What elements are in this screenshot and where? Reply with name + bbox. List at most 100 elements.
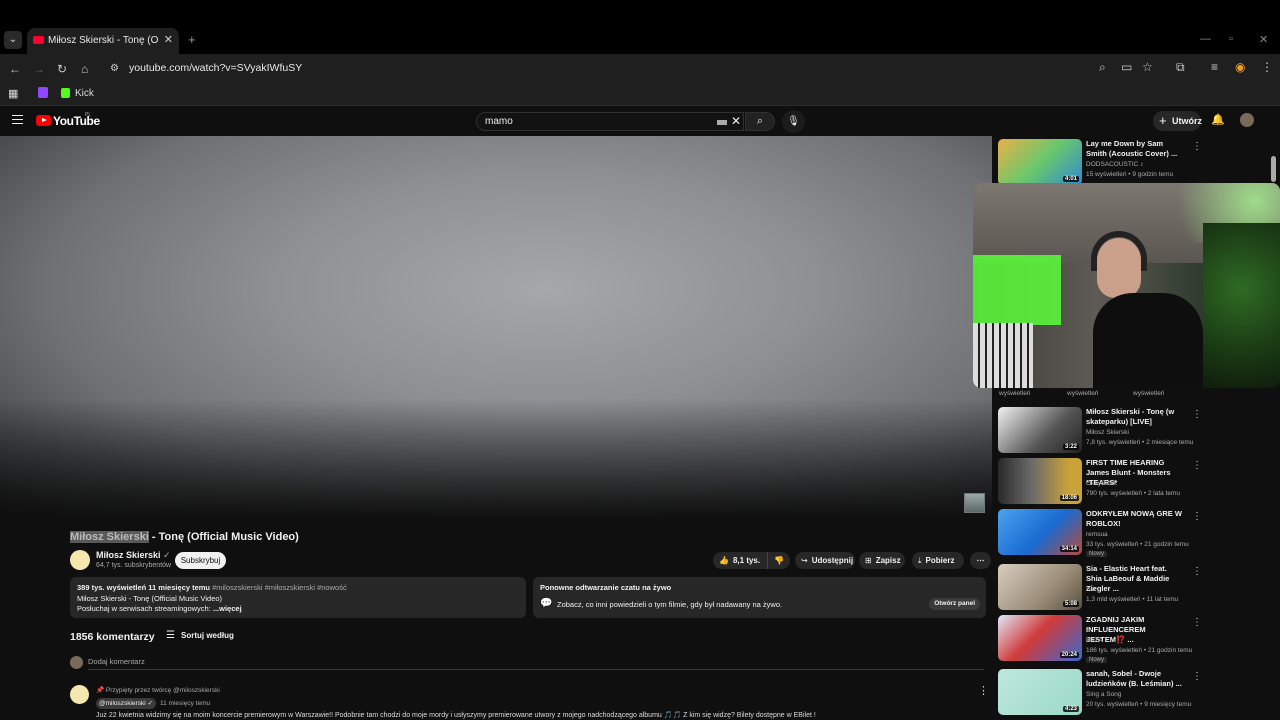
channel-name[interactable]: Miłosz Skierski ✓ <box>96 550 171 561</box>
chat-bubble-icon: 💬 <box>540 598 553 609</box>
video-thumbnail[interactable]: 4:01 <box>998 139 1082 185</box>
recommended-video[interactable]: 4:01 Lay me Down by Sam Smith (Acoustic … <box>998 139 1268 187</box>
video-title[interactable]: ODKRYŁEM NOWĄ GRE W ROBLOX! <box>1086 509 1182 529</box>
more-options-icon[interactable]: ⋮ <box>1192 566 1202 577</box>
media-icon[interactable]: ≡ <box>1211 60 1218 74</box>
cast-icon[interactable]: ▭ <box>1121 60 1132 74</box>
youtube-logo-text[interactable]: YouTube <box>53 114 100 128</box>
more-options-icon[interactable]: ⋮ <box>1192 617 1202 628</box>
new-tab-icon[interactable]: + <box>188 32 196 47</box>
channel-name[interactable]: remsua <box>1086 531 1108 538</box>
twitch-bookmark-icon[interactable] <box>38 87 48 98</box>
video-thumbnail[interactable]: 5:08 <box>998 564 1082 610</box>
channel-name[interactable]: Sia <box>1086 586 1095 593</box>
video-end-thumbnail[interactable] <box>964 493 985 513</box>
download-icon: ⤓ <box>918 556 922 565</box>
dislike-button[interactable]: 👎 <box>767 552 790 569</box>
sort-button[interactable]: Sortuj według <box>181 631 234 640</box>
voice-search-icon[interactable]: 🎙 <box>782 110 805 133</box>
apps-grid-icon[interactable]: ▦ <box>8 87 18 100</box>
comment-author[interactable]: @miloszskierski ✓ <box>96 698 156 709</box>
reload-icon[interactable]: ↻ <box>57 62 67 76</box>
browser-menu-icon[interactable]: ⋮ <box>1261 60 1273 74</box>
share-button[interactable]: ↪ Udostępnij <box>795 552 855 569</box>
search-button[interactable]: ⌕ <box>745 112 775 131</box>
close-tab-icon[interactable]: ✕ <box>164 33 173 46</box>
video-thumbnail[interactable]: 34:14 <box>998 509 1082 555</box>
like-button[interactable]: 👍 8,1 tys. <box>713 552 767 569</box>
show-more-link[interactable]: ...więcej <box>213 604 242 613</box>
profile-icon[interactable]: ◉ <box>1235 60 1245 74</box>
video-title[interactable]: Lay me Down by Sam Smith (Acoustic Cover… <box>1086 139 1182 159</box>
recommended-video[interactable]: 5:08 Sia - Elastic Heart feat. Shia LaBe… <box>998 564 1268 612</box>
video-thumbnail[interactable]: 4:23 <box>998 669 1082 715</box>
youtube-favicon-icon <box>33 36 44 44</box>
comment-menu-icon[interactable]: ⋮ <box>978 684 989 697</box>
home-icon[interactable]: ⌂ <box>81 62 88 76</box>
add-comment-input[interactable]: Dodaj komentarz <box>88 657 145 666</box>
clear-search-icon[interactable]: ✕ <box>731 114 741 128</box>
notifications-bell-icon[interactable]: 🔔 <box>1211 113 1225 126</box>
more-options-icon[interactable]: ⋮ <box>1192 460 1202 471</box>
recommended-video[interactable]: 3:22 Miłosz Skierski - Tonę (w skatepark… <box>998 407 1268 455</box>
browser-tab[interactable]: Miłosz Skierski - Tonę (Official Music V… <box>27 28 179 54</box>
comment-time[interactable]: 11 miesięcy temu <box>160 700 210 707</box>
channel-name[interactable]: Miłosz Skierski <box>1086 429 1129 436</box>
video-title[interactable]: sanah, Sobel - Dwoje ludzieńków (B. Leśm… <box>1086 669 1182 689</box>
keyboard-icon[interactable] <box>717 120 727 125</box>
recommended-video[interactable]: 18:06 FIRST TIME HEARING James Blunt - M… <box>998 458 1268 506</box>
chat-replay-body: Zobacz, co inni powiedzieli o tym filmie… <box>557 600 783 609</box>
create-button[interactable]: + Utwórz <box>1153 111 1202 131</box>
description-box[interactable]: 389 tys. wyświetleń 11 miesięcy temu #mi… <box>70 577 526 618</box>
video-title[interactable]: Miłosz Skierski - Tonę (w skateparku) [L… <box>1086 407 1182 427</box>
tab-search-chevron-icon[interactable]: ⌄ <box>4 31 22 49</box>
video-meta: 20 tys. wyświetleń • 9 miesięcy temu <box>1086 701 1192 708</box>
recommended-video[interactable]: 4:23 sanah, Sobel - Dwoje ludzieńków (B.… <box>998 669 1268 717</box>
recommended-video[interactable]: 20:24 ZGADNIJ JAKIM INFLUENCEREM JESTEM⁉… <box>998 615 1268 663</box>
more-actions-button[interactable]: ⋯ <box>970 552 991 569</box>
sidebar-scrollbar[interactable] <box>1271 156 1276 182</box>
open-chat-panel-button[interactable]: Otwórz panel <box>929 598 980 610</box>
channel-name[interactable]: DODSACOUSTIC ♪ <box>1086 161 1143 168</box>
zoom-icon[interactable]: ⌕ <box>1099 60 1106 75</box>
bookmark-kick[interactable]: Kick <box>75 88 94 99</box>
more-options-icon[interactable]: ⋮ <box>1192 511 1202 522</box>
channel-name[interactable]: Sing a Song <box>1086 691 1121 698</box>
webcam-piano <box>973 323 1033 388</box>
more-options-icon[interactable]: ⋮ <box>1192 141 1202 152</box>
restore-icon[interactable]: ▫ <box>1229 33 1233 45</box>
menu-hamburger-icon[interactable] <box>12 115 23 124</box>
video-thumbnail[interactable]: 20:24 <box>998 615 1082 661</box>
site-info-icon[interactable]: ⚙ <box>110 63 122 75</box>
save-button[interactable]: ⊞ Zapisz <box>859 552 905 569</box>
download-button[interactable]: ⤓ Pobierz <box>912 552 964 569</box>
search-input[interactable]: mamo ✕ <box>476 112 744 131</box>
minimize-icon[interactable]: — <box>1200 33 1211 45</box>
channel-name[interactable]: BAZA <box>1086 637 1103 644</box>
back-icon[interactable]: ← <box>9 62 21 76</box>
address-bar-row: ← → ↻ ⌂ ⚙ youtube.com/watch?v=SVyakIWfuS… <box>0 54 1280 84</box>
video-meta: 15 wyświetleń • 9 godzin temu <box>1086 171 1174 178</box>
more-options-icon[interactable]: ⋮ <box>1192 409 1202 420</box>
duration: 18:06 <box>1059 495 1079 501</box>
bookmark-star-icon[interactable]: ☆ <box>1142 60 1153 74</box>
video-thumbnail[interactable]: 18:06 <box>998 458 1082 504</box>
video-thumbnail[interactable]: 3:22 <box>998 407 1082 453</box>
more-icon: ⋯ <box>976 556 985 565</box>
more-options-icon[interactable]: ⋮ <box>1192 671 1202 682</box>
sort-icon[interactable]: ☰ <box>166 630 175 641</box>
hashtags[interactable]: #miloszskierski #miłoszskierski #nowość <box>212 583 347 592</box>
recommended-video[interactable]: 34:14 ODKRYŁEM NOWĄ GRE W ROBLOX! remsua… <box>998 509 1268 557</box>
channel-avatar[interactable] <box>70 550 90 570</box>
close-window-icon[interactable]: ✕ <box>1259 33 1268 46</box>
video-player[interactable] <box>0 136 992 519</box>
forward-icon[interactable]: → <box>33 62 45 76</box>
extensions-icon[interactable]: ⧉ <box>1176 60 1185 75</box>
video-meta: 186 tys. wyświetleń • 21 godzin temu <box>1086 647 1193 654</box>
channel-name[interactable]: OkayRickk <box>1086 480 1117 487</box>
video-title[interactable]: Sia - Elastic Heart feat. Shia LaBeouf &… <box>1086 564 1182 594</box>
comment-avatar[interactable] <box>70 685 89 704</box>
user-avatar[interactable] <box>1240 113 1254 127</box>
youtube-logo-icon[interactable] <box>36 115 51 126</box>
subscribe-button[interactable]: Subskrybuj <box>175 552 226 569</box>
